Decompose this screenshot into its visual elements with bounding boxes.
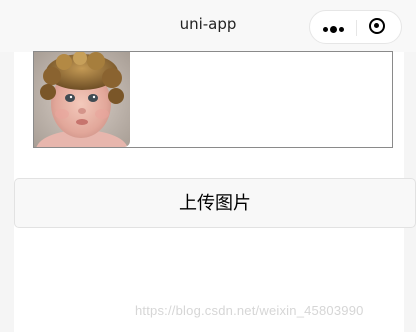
baby-photo[interactable]: [34, 52, 130, 147]
app-screen: uni-app 上传图片 https://blog.csdn.net/weixi…: [0, 0, 416, 332]
upload-image-button[interactable]: 上传图片: [14, 178, 416, 228]
mini-program-capsule[interactable]: [309, 10, 402, 44]
baby-photo-art: [34, 52, 130, 147]
navigation-bar: uni-app: [0, 0, 416, 52]
capsule-divider: [356, 20, 357, 36]
image-preview-box: [33, 51, 393, 148]
target-circle-icon[interactable]: [369, 18, 385, 34]
watermark-text: https://blog.csdn.net/weixin_45803990: [135, 303, 364, 318]
